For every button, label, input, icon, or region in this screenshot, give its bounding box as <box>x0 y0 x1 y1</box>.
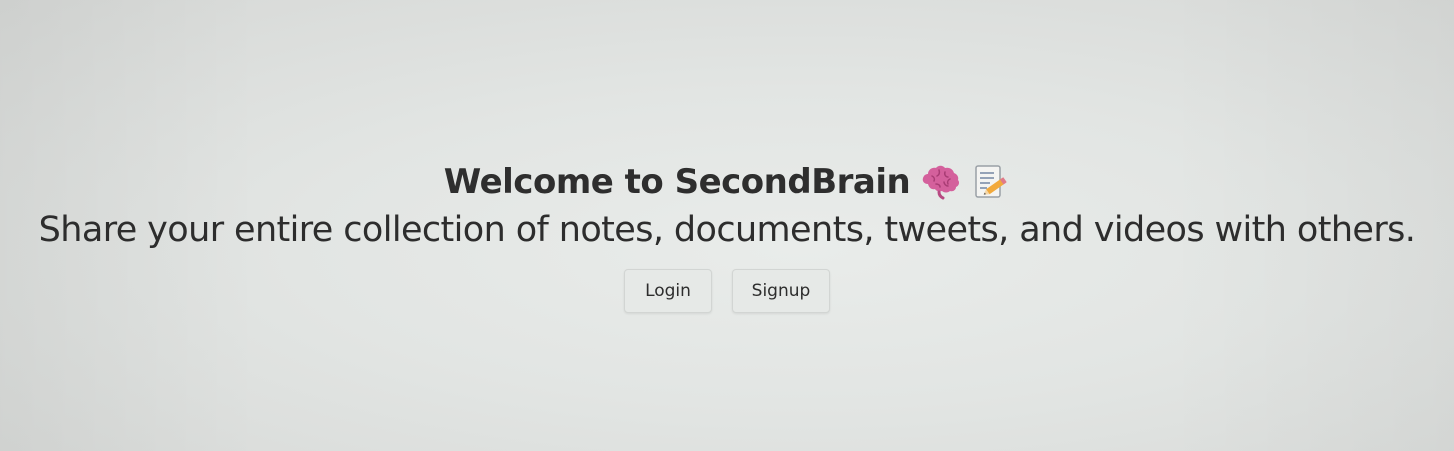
page-title: Welcome to SecondBrain <box>443 162 911 202</box>
title-row: Welcome to SecondBrain <box>0 158 1454 206</box>
hero-section: Welcome to SecondBrain Share your entire… <box>0 158 1454 313</box>
login-button[interactable]: Login <box>624 269 712 313</box>
brain-icon <box>920 162 960 202</box>
page-subtitle: Share your entire collection of notes, d… <box>38 210 1416 250</box>
signup-button[interactable]: Signup <box>732 269 830 313</box>
auth-buttons: Login Signup <box>0 269 1454 313</box>
memo-icon <box>970 162 1010 202</box>
